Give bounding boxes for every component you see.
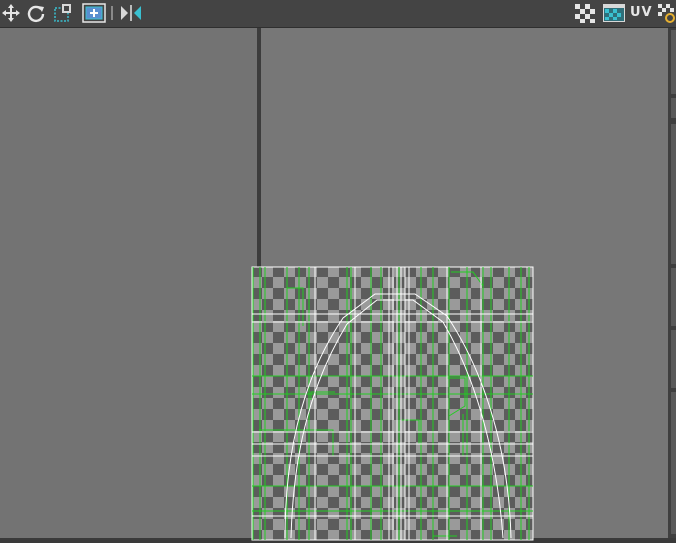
toolbar-separator [110,2,114,24]
scrollbar-segment[interactable] [671,330,676,388]
scrollbar-segment[interactable] [671,30,676,94]
uv-toggle-label[interactable]: UV [630,5,653,20]
scrollbar-segment[interactable] [671,392,676,534]
uv-editor-toolbar: UV [0,0,676,28]
rotate-icon[interactable] [25,2,47,24]
scrollbar-segment[interactable] [671,98,676,118]
scale-icon[interactable] [52,2,74,24]
uv-settings-icon[interactable] [656,2,676,24]
texture-display-icon[interactable] [601,2,627,24]
move-icon[interactable] [0,2,22,24]
left-panel [0,28,257,538]
checker-icon[interactable] [573,2,599,24]
flip-icon[interactable] [118,2,144,24]
scrollbar-segment[interactable] [671,124,676,264]
uv-layout-canvas[interactable] [251,266,534,541]
uv-snapshot-icon[interactable] [81,2,107,24]
scrollbar-segment[interactable] [671,268,676,326]
